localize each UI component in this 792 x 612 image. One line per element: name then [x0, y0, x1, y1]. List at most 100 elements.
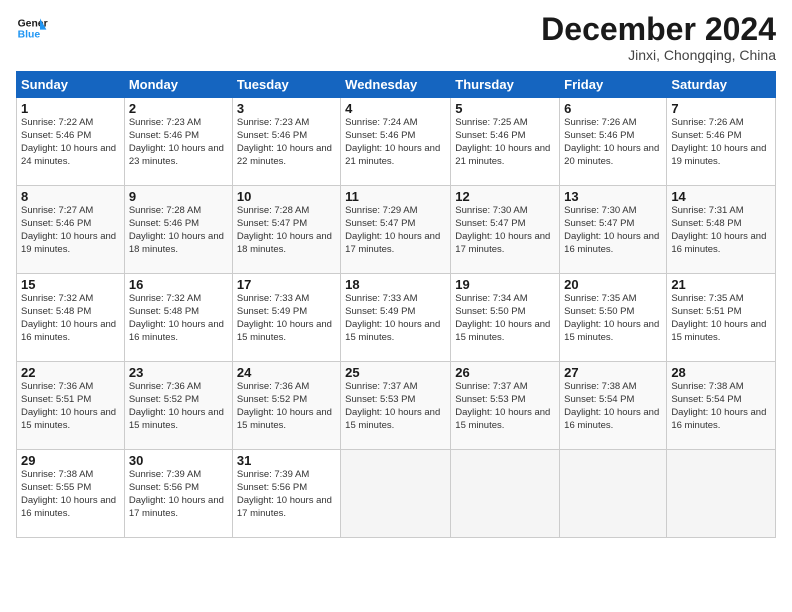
calendar-cell: 2 Sunrise: 7:23 AMSunset: 5:46 PMDayligh… [124, 98, 232, 186]
col-saturday: Saturday [667, 72, 776, 98]
day-info: Sunrise: 7:35 AMSunset: 5:50 PMDaylight:… [564, 293, 662, 344]
calendar-cell: 24 Sunrise: 7:36 AMSunset: 5:52 PMDaylig… [232, 362, 340, 450]
calendar-cell: 12 Sunrise: 7:30 AMSunset: 5:47 PMDaylig… [451, 186, 560, 274]
day-number: 2 [129, 101, 228, 116]
calendar-cell: 31 Sunrise: 7:39 AMSunset: 5:56 PMDaylig… [232, 450, 340, 538]
month-title: December 2024 [541, 12, 776, 47]
calendar-cell: 28 Sunrise: 7:38 AMSunset: 5:54 PMDaylig… [667, 362, 776, 450]
day-info: Sunrise: 7:26 AMSunset: 5:46 PMDaylight:… [671, 117, 771, 168]
day-info: Sunrise: 7:24 AMSunset: 5:46 PMDaylight:… [345, 117, 446, 168]
day-number: 29 [21, 453, 120, 468]
page-header: General Blue December 2024 Jinxi, Chongq… [16, 12, 776, 63]
day-info: Sunrise: 7:28 AMSunset: 5:46 PMDaylight:… [129, 205, 228, 256]
day-number: 21 [671, 277, 771, 292]
day-info: Sunrise: 7:33 AMSunset: 5:49 PMDaylight:… [345, 293, 446, 344]
svg-text:Blue: Blue [18, 30, 41, 41]
day-info: Sunrise: 7:38 AMSunset: 5:54 PMDaylight:… [564, 381, 662, 432]
calendar-cell [341, 450, 451, 538]
day-number: 30 [129, 453, 228, 468]
location: Jinxi, Chongqing, China [541, 47, 776, 63]
page-container: General Blue December 2024 Jinxi, Chongq… [0, 0, 792, 546]
day-number: 26 [455, 365, 555, 380]
calendar-week-row: 1 Sunrise: 7:22 AMSunset: 5:46 PMDayligh… [17, 98, 776, 186]
calendar-cell: 23 Sunrise: 7:36 AMSunset: 5:52 PMDaylig… [124, 362, 232, 450]
day-info: Sunrise: 7:33 AMSunset: 5:49 PMDaylight:… [237, 293, 336, 344]
calendar-cell [451, 450, 560, 538]
calendar-body: 1 Sunrise: 7:22 AMSunset: 5:46 PMDayligh… [17, 98, 776, 538]
day-number: 11 [345, 189, 446, 204]
calendar-cell: 3 Sunrise: 7:23 AMSunset: 5:46 PMDayligh… [232, 98, 340, 186]
day-info: Sunrise: 7:28 AMSunset: 5:47 PMDaylight:… [237, 205, 336, 256]
calendar-week-row: 8 Sunrise: 7:27 AMSunset: 5:46 PMDayligh… [17, 186, 776, 274]
day-info: Sunrise: 7:38 AMSunset: 5:55 PMDaylight:… [21, 469, 120, 520]
day-number: 31 [237, 453, 336, 468]
day-number: 5 [455, 101, 555, 116]
calendar-week-row: 29 Sunrise: 7:38 AMSunset: 5:55 PMDaylig… [17, 450, 776, 538]
calendar-cell: 1 Sunrise: 7:22 AMSunset: 5:46 PMDayligh… [17, 98, 125, 186]
day-info: Sunrise: 7:39 AMSunset: 5:56 PMDaylight:… [129, 469, 228, 520]
col-thursday: Thursday [451, 72, 560, 98]
day-info: Sunrise: 7:39 AMSunset: 5:56 PMDaylight:… [237, 469, 336, 520]
day-info: Sunrise: 7:36 AMSunset: 5:52 PMDaylight:… [237, 381, 336, 432]
day-number: 24 [237, 365, 336, 380]
day-number: 27 [564, 365, 662, 380]
day-number: 18 [345, 277, 446, 292]
day-info: Sunrise: 7:23 AMSunset: 5:46 PMDaylight:… [129, 117, 228, 168]
calendar-cell: 21 Sunrise: 7:35 AMSunset: 5:51 PMDaylig… [667, 274, 776, 362]
day-number: 16 [129, 277, 228, 292]
calendar-cell: 13 Sunrise: 7:30 AMSunset: 5:47 PMDaylig… [560, 186, 667, 274]
calendar-cell: 25 Sunrise: 7:37 AMSunset: 5:53 PMDaylig… [341, 362, 451, 450]
day-number: 10 [237, 189, 336, 204]
calendar-cell: 9 Sunrise: 7:28 AMSunset: 5:46 PMDayligh… [124, 186, 232, 274]
day-info: Sunrise: 7:37 AMSunset: 5:53 PMDaylight:… [345, 381, 446, 432]
calendar-cell: 20 Sunrise: 7:35 AMSunset: 5:50 PMDaylig… [560, 274, 667, 362]
calendar-table: Sunday Monday Tuesday Wednesday Thursday… [16, 71, 776, 538]
day-number: 15 [21, 277, 120, 292]
calendar-cell: 8 Sunrise: 7:27 AMSunset: 5:46 PMDayligh… [17, 186, 125, 274]
day-info: Sunrise: 7:29 AMSunset: 5:47 PMDaylight:… [345, 205, 446, 256]
col-tuesday: Tuesday [232, 72, 340, 98]
day-info: Sunrise: 7:34 AMSunset: 5:50 PMDaylight:… [455, 293, 555, 344]
calendar-cell: 17 Sunrise: 7:33 AMSunset: 5:49 PMDaylig… [232, 274, 340, 362]
day-number: 12 [455, 189, 555, 204]
title-block: December 2024 Jinxi, Chongqing, China [541, 12, 776, 63]
calendar-cell: 18 Sunrise: 7:33 AMSunset: 5:49 PMDaylig… [341, 274, 451, 362]
day-info: Sunrise: 7:25 AMSunset: 5:46 PMDaylight:… [455, 117, 555, 168]
calendar-cell: 30 Sunrise: 7:39 AMSunset: 5:56 PMDaylig… [124, 450, 232, 538]
day-info: Sunrise: 7:38 AMSunset: 5:54 PMDaylight:… [671, 381, 771, 432]
calendar-cell: 19 Sunrise: 7:34 AMSunset: 5:50 PMDaylig… [451, 274, 560, 362]
day-info: Sunrise: 7:27 AMSunset: 5:46 PMDaylight:… [21, 205, 120, 256]
day-number: 20 [564, 277, 662, 292]
day-number: 25 [345, 365, 446, 380]
calendar-week-row: 22 Sunrise: 7:36 AMSunset: 5:51 PMDaylig… [17, 362, 776, 450]
day-info: Sunrise: 7:30 AMSunset: 5:47 PMDaylight:… [564, 205, 662, 256]
col-monday: Monday [124, 72, 232, 98]
day-number: 3 [237, 101, 336, 116]
day-number: 17 [237, 277, 336, 292]
logo-icon: General Blue [16, 12, 48, 44]
day-number: 9 [129, 189, 228, 204]
col-wednesday: Wednesday [341, 72, 451, 98]
day-number: 8 [21, 189, 120, 204]
calendar-cell: 22 Sunrise: 7:36 AMSunset: 5:51 PMDaylig… [17, 362, 125, 450]
calendar-cell: 5 Sunrise: 7:25 AMSunset: 5:46 PMDayligh… [451, 98, 560, 186]
calendar-cell: 15 Sunrise: 7:32 AMSunset: 5:48 PMDaylig… [17, 274, 125, 362]
calendar-week-row: 15 Sunrise: 7:32 AMSunset: 5:48 PMDaylig… [17, 274, 776, 362]
calendar-cell: 7 Sunrise: 7:26 AMSunset: 5:46 PMDayligh… [667, 98, 776, 186]
day-info: Sunrise: 7:32 AMSunset: 5:48 PMDaylight:… [21, 293, 120, 344]
calendar-cell: 29 Sunrise: 7:38 AMSunset: 5:55 PMDaylig… [17, 450, 125, 538]
calendar-header-row: Sunday Monday Tuesday Wednesday Thursday… [17, 72, 776, 98]
day-number: 23 [129, 365, 228, 380]
calendar-cell [667, 450, 776, 538]
day-number: 14 [671, 189, 771, 204]
day-number: 19 [455, 277, 555, 292]
day-info: Sunrise: 7:23 AMSunset: 5:46 PMDaylight:… [237, 117, 336, 168]
calendar-cell: 27 Sunrise: 7:38 AMSunset: 5:54 PMDaylig… [560, 362, 667, 450]
day-number: 13 [564, 189, 662, 204]
col-sunday: Sunday [17, 72, 125, 98]
calendar-cell: 10 Sunrise: 7:28 AMSunset: 5:47 PMDaylig… [232, 186, 340, 274]
day-info: Sunrise: 7:32 AMSunset: 5:48 PMDaylight:… [129, 293, 228, 344]
day-info: Sunrise: 7:37 AMSunset: 5:53 PMDaylight:… [455, 381, 555, 432]
day-info: Sunrise: 7:26 AMSunset: 5:46 PMDaylight:… [564, 117, 662, 168]
calendar-cell: 4 Sunrise: 7:24 AMSunset: 5:46 PMDayligh… [341, 98, 451, 186]
